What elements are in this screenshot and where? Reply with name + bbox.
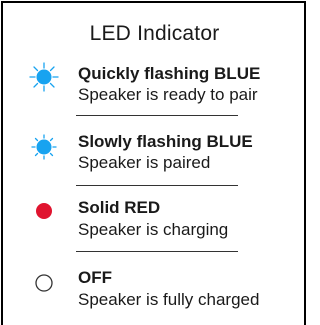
- led-description: Speaker is paired: [78, 153, 211, 172]
- led-status-label: Solid RED: [78, 198, 161, 217]
- separator: [76, 251, 238, 252]
- led-status-label: OFF: [78, 268, 112, 287]
- led-description: Speaker is charging: [78, 220, 229, 239]
- led-description: Speaker is ready to pair: [78, 85, 258, 104]
- separator: [76, 185, 238, 186]
- flashing-blue-led-icon: [29, 132, 59, 162]
- red-led-icon: [29, 196, 59, 226]
- panel-title: LED Indicator: [89, 22, 220, 45]
- led-status-label: Slowly flashing BLUE: [78, 132, 253, 151]
- off-led-icon: [29, 268, 59, 298]
- separator: [76, 115, 238, 116]
- flashing-blue-led-icon: [29, 62, 59, 92]
- led-description: Speaker is fully charged: [78, 290, 260, 309]
- led-status-label: Quickly flashing BLUE: [78, 64, 261, 83]
